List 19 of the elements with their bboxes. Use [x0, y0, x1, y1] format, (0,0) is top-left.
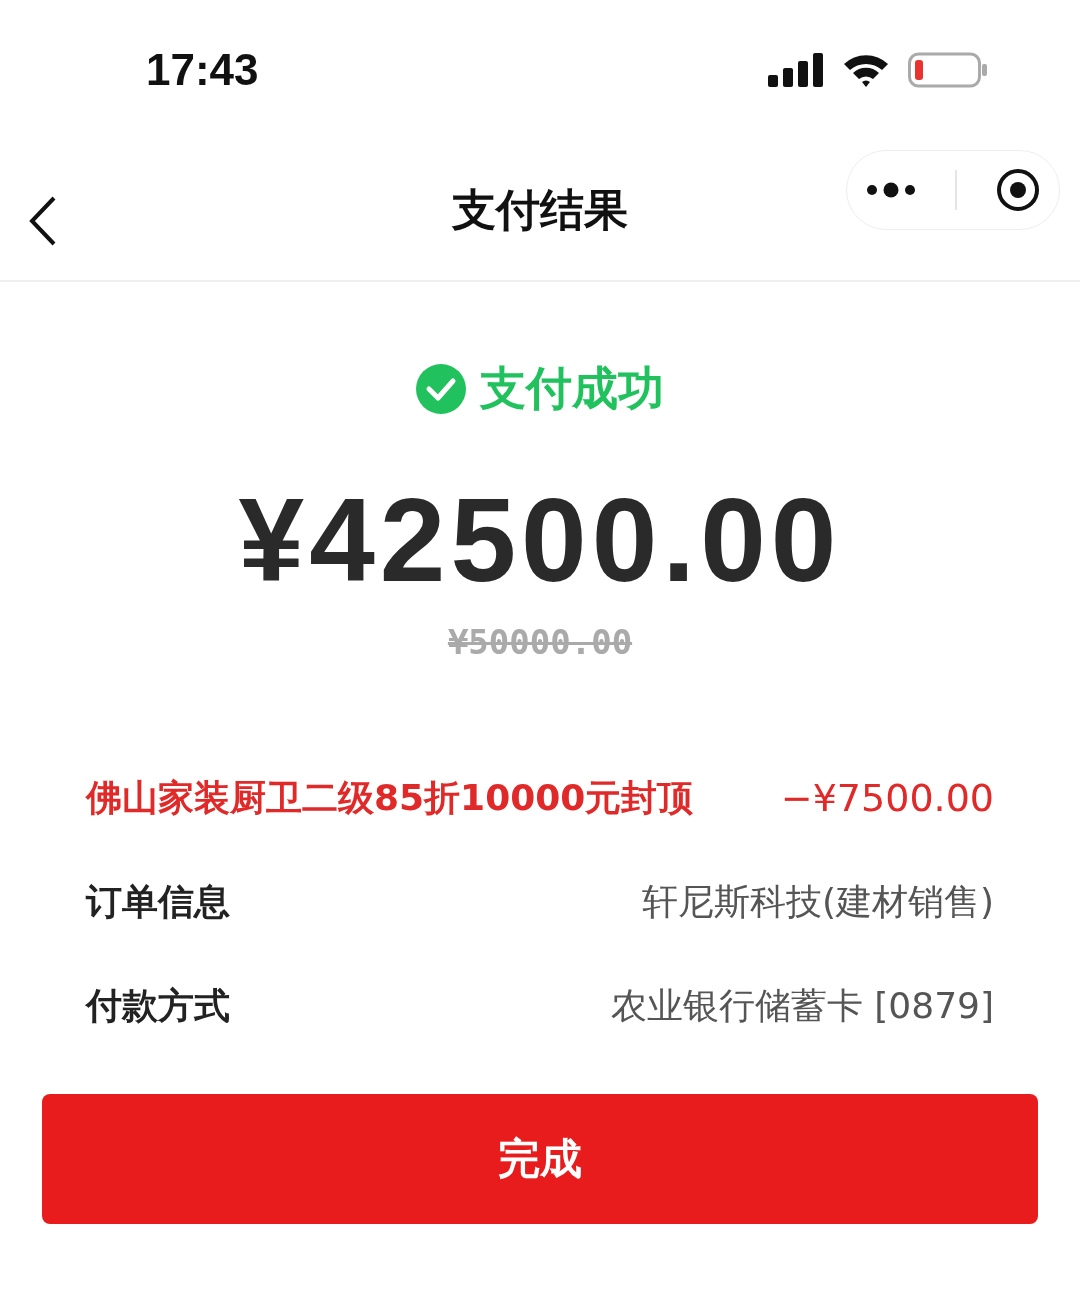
- more-icon[interactable]: [866, 182, 917, 198]
- detail-label: 订单信息: [86, 879, 230, 924]
- detail-label: 付款方式: [86, 983, 230, 1028]
- back-icon[interactable]: [28, 196, 58, 246]
- wifi-icon: [842, 52, 890, 88]
- paid-amount: ¥42500.00: [238, 473, 842, 608]
- discount-value: −¥7500.00: [780, 776, 994, 820]
- discount-label: 佛山家装厨卫二级85折10000元封顶: [86, 775, 694, 820]
- detail-value: 轩尼斯科技(建材销售): [641, 879, 994, 924]
- success-icon: [416, 364, 466, 414]
- page-title: 支付结果: [452, 182, 628, 237]
- done-button[interactable]: 完成: [42, 1094, 1038, 1224]
- signal-icon: [768, 53, 824, 87]
- status-time: 17:43: [146, 45, 259, 95]
- detail-value: 农业银行储蓄卡 [0879]: [610, 983, 994, 1028]
- battery-icon: [908, 52, 988, 88]
- original-amount: ¥50000.00: [447, 622, 633, 662]
- close-icon[interactable]: [995, 168, 1040, 212]
- status-text: 支付成功: [480, 360, 664, 417]
